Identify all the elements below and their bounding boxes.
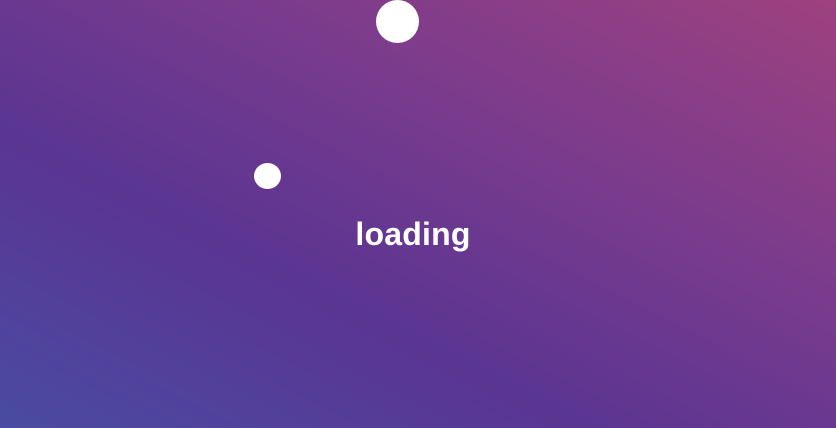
loading-dot-small: [254, 163, 281, 189]
loading-label: loading: [355, 216, 471, 252]
loading-dot-large: [376, 0, 419, 43]
